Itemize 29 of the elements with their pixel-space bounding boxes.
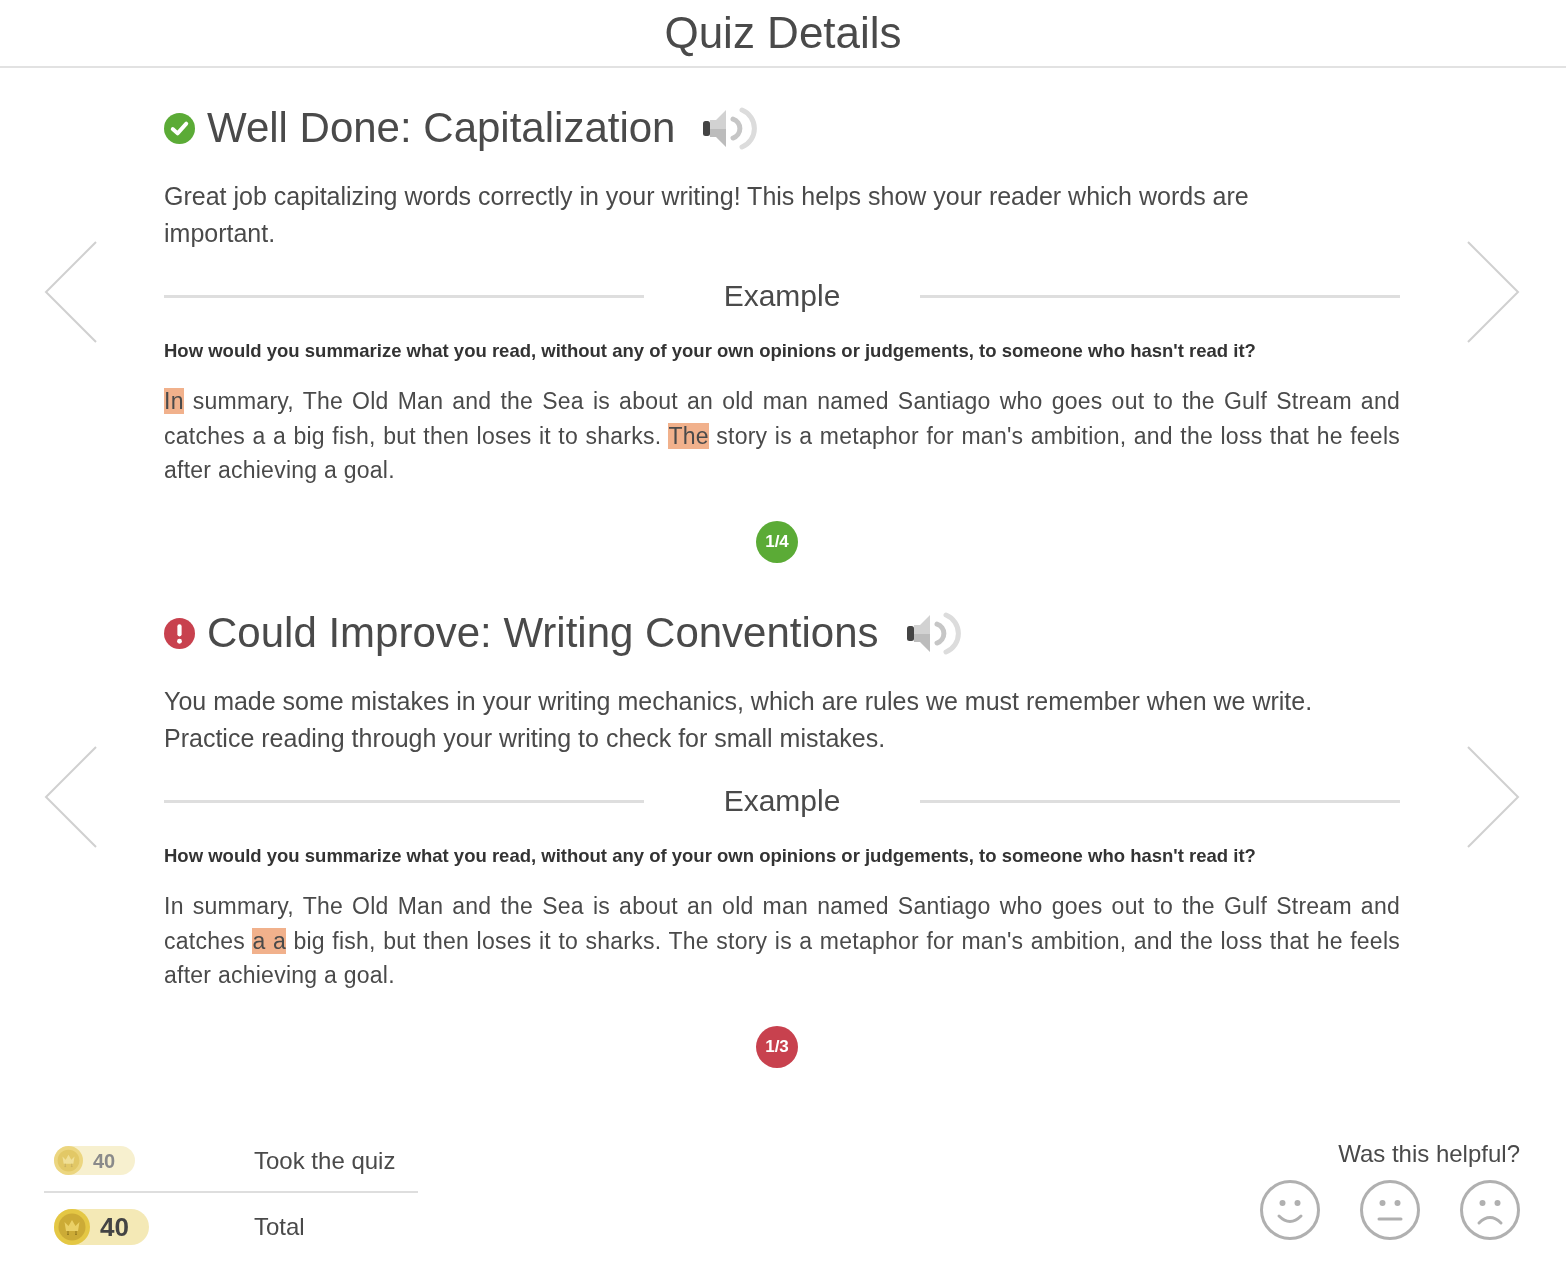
speaker-icon[interactable]: [906, 610, 963, 656]
answer-text: In summary, The Old Man and the Sea is about an old man named Santiago who goes out to the Gulf Stream and catches a a big fish, but then loses it to sharks. The story is a metaphor for man's ambition, and the loss that he feels after achieving a goal.: [164, 387, 1400, 485]
sad-face-icon[interactable]: [1460, 1180, 1520, 1240]
neutral-face-icon[interactable]: [1360, 1180, 1420, 1240]
page-title: Quiz Details: [664, 7, 902, 59]
reward-label: Total: [254, 1212, 306, 1242]
feedback-prompt: Was this helpful?: [1338, 1139, 1520, 1169]
chevron-right-icon[interactable]: [1466, 746, 1520, 848]
chevron-left-icon[interactable]: [44, 241, 98, 343]
points-amount: 40: [93, 1150, 116, 1171]
chevron-right-icon[interactable]: [1466, 241, 1520, 343]
smiley-face-icon[interactable]: [1260, 1180, 1320, 1240]
crown-coin-icon: [54, 1209, 90, 1245]
question-text: How would you summarize what you read, without any of your own opinions or judgements, to someone who hasn't read it?: [164, 844, 1257, 868]
answer-text: In summary, The Old Man and the Sea is about an old man named Santiago who goes out to the Gulf Stream and catches a a big fish, but then loses it to sharks. The story is a metaphor for man's ambition, and the loss that he feels after achieving a goal.: [164, 892, 1400, 990]
feedback-title: Could Improve: Writing Conventions: [207, 608, 879, 658]
feedback-title: Well Done: Capitalization: [207, 103, 676, 153]
example-heading: Example: [723, 278, 841, 314]
feedback-description: You made some mistakes in your writing mechanics, which are rules we must remember when we write. Practice reading through your writing to check for small mistakes.: [164, 686, 1314, 754]
page-indicator: 1/3: [756, 1026, 798, 1068]
question-text: How would you summarize what you read, without any of your own opinions or judgements, to someone who hasn't read it?: [164, 339, 1257, 363]
page-indicator: 1/4: [756, 521, 798, 563]
points-amount: 40: [100, 1214, 129, 1240]
example-heading: Example: [723, 783, 841, 819]
chevron-left-icon[interactable]: [44, 746, 98, 848]
speaker-icon[interactable]: [703, 105, 760, 151]
reward-label: Took the quiz: [254, 1145, 397, 1176]
crown-coin-icon: [54, 1146, 83, 1175]
feedback-description: Great job capitalizing words correctly in your writing! This helps show your reader which words are important.: [164, 181, 1250, 249]
